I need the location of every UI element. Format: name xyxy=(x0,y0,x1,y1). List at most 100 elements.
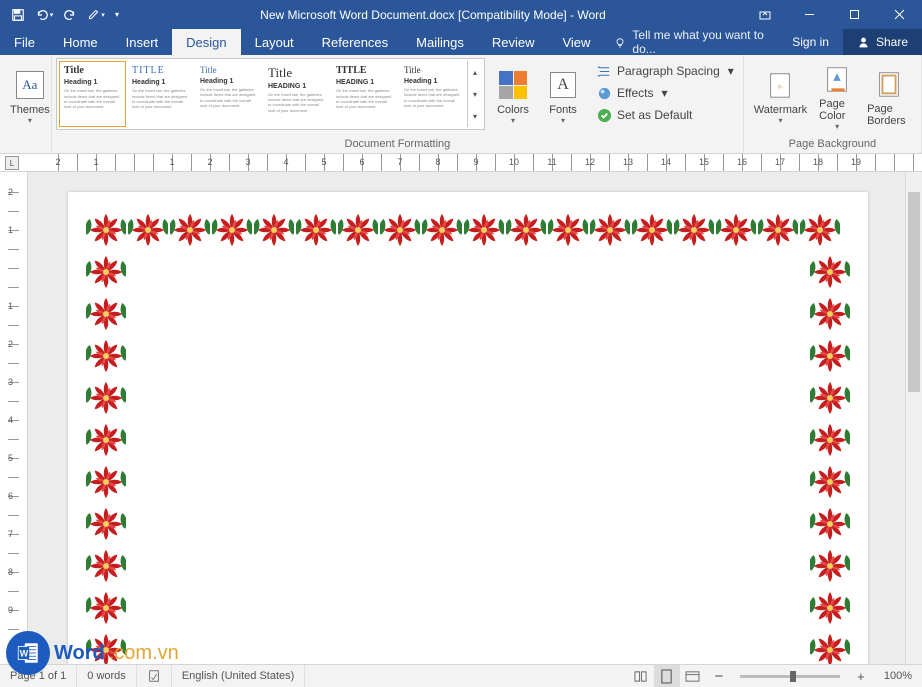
border-flower xyxy=(758,210,798,250)
style-set-thumb[interactable]: TitleHeading 1On the Insert tab, the gal… xyxy=(399,61,466,127)
check-icon xyxy=(596,107,612,123)
vertical-scrollbar[interactable] xyxy=(905,172,922,664)
zoom-slider-thumb[interactable] xyxy=(790,671,796,682)
themes-icon: Aa xyxy=(16,71,44,99)
view-read-mode-button[interactable] xyxy=(628,665,654,687)
tab-review[interactable]: Review xyxy=(478,29,549,55)
paragraph-spacing-label: Paragraph Spacing xyxy=(617,64,720,78)
tab-selector[interactable]: L xyxy=(5,156,19,170)
vertical-ruler[interactable]: 21123456789 xyxy=(0,172,28,664)
border-flower xyxy=(86,336,126,376)
border-flower xyxy=(212,210,252,250)
tab-view[interactable]: View xyxy=(548,29,604,55)
maximize-button[interactable] xyxy=(832,0,877,29)
save-button[interactable] xyxy=(6,3,30,27)
border-flower xyxy=(86,462,126,502)
tab-insert[interactable]: Insert xyxy=(112,29,173,55)
watermark-button[interactable]: A Watermark▾ xyxy=(748,58,813,136)
quick-access-toolbar: ▾ ▾ ▾ xyxy=(0,3,124,27)
border-flower xyxy=(380,210,420,250)
undo-button[interactable]: ▾ xyxy=(32,3,56,27)
border-flower xyxy=(86,546,126,586)
effects-button[interactable]: Effects▾ xyxy=(591,82,739,104)
close-button[interactable] xyxy=(877,0,922,29)
tab-mailings[interactable]: Mailings xyxy=(402,29,478,55)
style-set-thumb[interactable]: TitleHeading 1On the Insert tab, the gal… xyxy=(59,61,126,127)
logo-text-suffix: .com.vn xyxy=(109,642,179,665)
border-flower xyxy=(464,210,504,250)
ribbon-tabs: File HomeInsertDesignLayoutReferencesMai… xyxy=(0,29,922,55)
page-borders-button[interactable]: Page Borders xyxy=(861,58,917,136)
horizontal-ruler[interactable]: L 2112345678910111213141516171819 xyxy=(0,154,922,172)
group-label-page-background: Page Background xyxy=(748,136,917,153)
tab-home[interactable]: Home xyxy=(49,29,112,55)
border-flower xyxy=(86,210,126,250)
style-set-thumb[interactable]: TITLEHEADING 1On the Insert tab, the gal… xyxy=(331,61,398,127)
share-button[interactable]: Share xyxy=(843,29,922,55)
fonts-button[interactable]: A Fonts▾ xyxy=(541,58,585,136)
border-flower xyxy=(800,210,840,250)
border-flower xyxy=(810,378,850,418)
themes-button[interactable]: Aa Themes ▾ xyxy=(4,58,56,136)
minimize-button[interactable] xyxy=(787,0,832,29)
fonts-label: Fonts xyxy=(549,104,577,116)
qat-more-button[interactable]: ▾ xyxy=(110,3,124,27)
border-flower xyxy=(810,588,850,628)
group-label-doc-formatting: Document Formatting xyxy=(56,136,739,153)
set-default-button[interactable]: Set as Default xyxy=(591,104,739,126)
group-themes: Aa Themes ▾ xyxy=(0,55,52,153)
style-set-thumb[interactable]: TITLEHeading 1On the Insert tab, the gal… xyxy=(127,61,194,127)
customize-qat-button[interactable]: ▾ xyxy=(84,3,108,27)
share-label: Share xyxy=(876,35,908,49)
zoom-level[interactable]: 100% xyxy=(874,665,922,687)
scrollbar-thumb[interactable] xyxy=(908,192,920,392)
gallery-row-up[interactable]: ▴ xyxy=(468,61,482,83)
border-flower xyxy=(254,210,294,250)
status-language[interactable]: English (United States) xyxy=(172,665,306,687)
border-flower xyxy=(810,462,850,502)
view-print-layout-button[interactable] xyxy=(654,665,680,687)
gallery-row-down[interactable]: ▾ xyxy=(468,83,482,105)
border-flower xyxy=(86,420,126,460)
document-page[interactable] xyxy=(68,192,868,664)
border-flower xyxy=(506,210,546,250)
watermark-logo: W Word.com.vn xyxy=(6,631,179,675)
pen-icon xyxy=(87,8,100,21)
border-flower xyxy=(810,504,850,544)
redo-button[interactable] xyxy=(58,3,82,27)
zoom-slider[interactable] xyxy=(740,675,840,678)
colors-button[interactable]: Colors▾ xyxy=(491,58,535,136)
page-color-label: Page Color xyxy=(819,98,855,122)
view-web-layout-button[interactable] xyxy=(680,665,706,687)
border-flower xyxy=(590,210,630,250)
logo-text-prefix: Word xyxy=(54,642,105,665)
web-layout-icon xyxy=(685,670,700,683)
tab-design[interactable]: Design xyxy=(172,29,240,55)
border-flower xyxy=(86,588,126,628)
paragraph-spacing-button[interactable]: Paragraph Spacing▾ xyxy=(591,60,739,82)
tab-layout[interactable]: Layout xyxy=(241,29,308,55)
set-default-label: Set as Default xyxy=(617,108,692,122)
tab-file[interactable]: File xyxy=(0,29,49,55)
tab-references[interactable]: References xyxy=(308,29,402,55)
border-flower xyxy=(716,210,756,250)
close-icon xyxy=(894,9,905,20)
themes-label: Themes xyxy=(10,104,50,116)
border-flower xyxy=(86,378,126,418)
border-flower xyxy=(86,504,126,544)
ribbon-options-button[interactable] xyxy=(742,0,787,29)
style-gallery[interactable]: TitleHeading 1On the Insert tab, the gal… xyxy=(56,58,485,130)
zoom-in-button[interactable]: + xyxy=(848,665,874,687)
tell-me-search[interactable]: Tell me what you want to do... xyxy=(614,28,778,56)
border-flower xyxy=(422,210,462,250)
document-scroll-area[interactable] xyxy=(28,172,922,664)
zoom-out-button[interactable]: − xyxy=(706,665,732,687)
gallery-expand[interactable]: ▾ xyxy=(468,105,482,127)
style-set-thumb[interactable]: TitleHeading 1On the Insert tab, the gal… xyxy=(195,61,262,127)
effects-icon xyxy=(596,85,612,101)
sign-in-button[interactable]: Sign in xyxy=(778,29,843,55)
style-set-thumb[interactable]: TitleHEADING 1On the Insert tab, the gal… xyxy=(263,61,330,127)
ribbon-options-icon xyxy=(759,9,771,21)
page-color-button[interactable]: Page Color▾ xyxy=(813,58,861,136)
page-borders-icon xyxy=(873,68,905,100)
